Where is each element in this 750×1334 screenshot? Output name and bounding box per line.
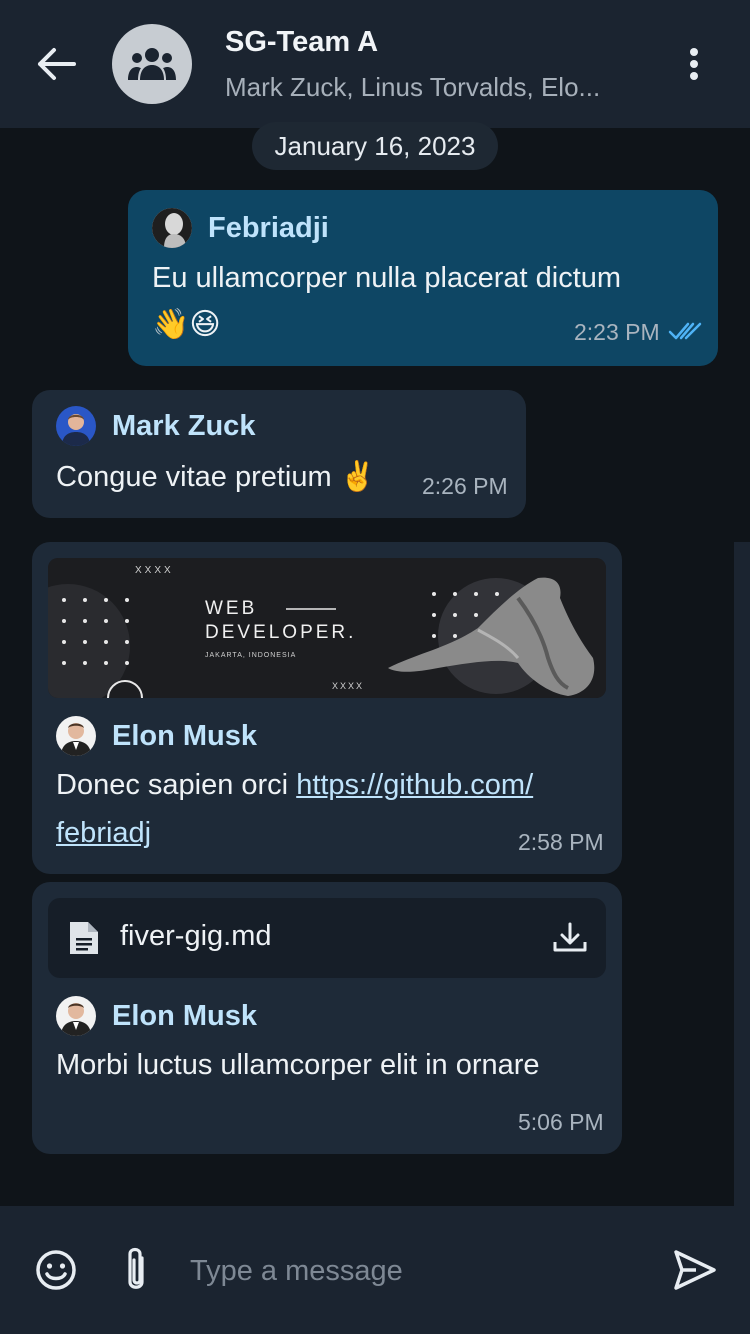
group-avatar[interactable]	[112, 24, 192, 104]
avatar[interactable]	[56, 406, 96, 446]
message-text: Eu ullamcorper nulla placerat dictum	[152, 262, 622, 294]
back-button[interactable]	[30, 40, 82, 88]
message-text: Congue vitae pretium ✌️	[56, 461, 376, 493]
message-emojis: 👋😆	[152, 308, 221, 341]
emoji-button[interactable]	[34, 1248, 78, 1292]
more-vertical-icon	[690, 48, 698, 80]
attach-button[interactable]	[116, 1244, 156, 1296]
message-text: Donec sapien orci https://github.com/	[56, 761, 533, 809]
avatar[interactable]	[152, 208, 192, 248]
message-text-prefix: Donec sapien orci	[56, 769, 297, 801]
sender-row: Mark Zuck	[56, 406, 255, 446]
avatar[interactable]	[56, 996, 96, 1036]
sender-name[interactable]: Elon Musk	[112, 1000, 257, 1033]
banner-mark: XXXX	[332, 681, 365, 691]
sender-row: Elon Musk	[56, 716, 257, 756]
message-time: 5:06 PM	[518, 1109, 604, 1135]
message-bubble-incoming[interactable]: Mark Zuck Congue vitae pretium ✌️ 2:26 P…	[32, 390, 526, 518]
message-time: 2:58 PM	[518, 829, 604, 855]
file-name[interactable]: fiver-gig.md	[120, 920, 272, 953]
message-text: Morbi luctus ullamcorper elit in ornare	[56, 1049, 540, 1081]
message-time: 2:26 PM	[422, 473, 508, 499]
banner-mark: XXXX	[135, 565, 174, 576]
send-button[interactable]	[670, 1246, 718, 1294]
message-input[interactable]	[190, 1248, 630, 1294]
message-link[interactable]: https://github.com/	[296, 769, 533, 801]
chat-header: SG-Team A Mark Zuck, Linus Torvalds, Elo…	[0, 0, 750, 128]
arrow-left-icon	[38, 48, 76, 80]
message-bubble-outgoing[interactable]: Febriadji Eu ullamcorper nulla placerat …	[128, 190, 718, 366]
chat-members[interactable]: Mark Zuck, Linus Torvalds, Elo...	[225, 72, 625, 103]
avatar[interactable]	[56, 716, 96, 756]
link-preview-image[interactable]: XXXX WEB DEVELOPER. JAKARTA, INDONESIA X…	[48, 558, 606, 698]
scrollbar[interactable]	[734, 542, 750, 1206]
message-text: febriadj	[56, 809, 151, 857]
date-separator: January 16, 2023	[252, 122, 498, 170]
file-icon	[70, 922, 98, 954]
banner-title: DEVELOPER.	[205, 622, 357, 643]
message-link[interactable]: febriadj	[56, 817, 151, 849]
banner-location: JAKARTA, INDONESIA	[205, 652, 297, 659]
banner-title: WEB	[205, 598, 258, 619]
sender-name[interactable]: Mark Zuck	[112, 410, 255, 443]
file-attachment[interactable]: fiver-gig.md	[48, 898, 606, 978]
chat-title[interactable]: SG-Team A	[225, 26, 378, 59]
sender-row: Febriadji	[152, 208, 329, 248]
group-icon	[128, 48, 176, 80]
more-options-button[interactable]	[676, 40, 712, 88]
download-icon[interactable]	[552, 922, 588, 954]
message-time: 2:23 PM	[574, 319, 660, 345]
sender-row: Elon Musk	[56, 996, 257, 1036]
sender-name[interactable]: Febriadji	[208, 212, 329, 245]
double-check-icon	[668, 322, 702, 340]
paperclip-icon	[128, 1247, 144, 1289]
smiley-icon	[36, 1250, 76, 1290]
send-icon	[674, 1250, 716, 1290]
sender-name[interactable]: Elon Musk	[112, 720, 257, 753]
